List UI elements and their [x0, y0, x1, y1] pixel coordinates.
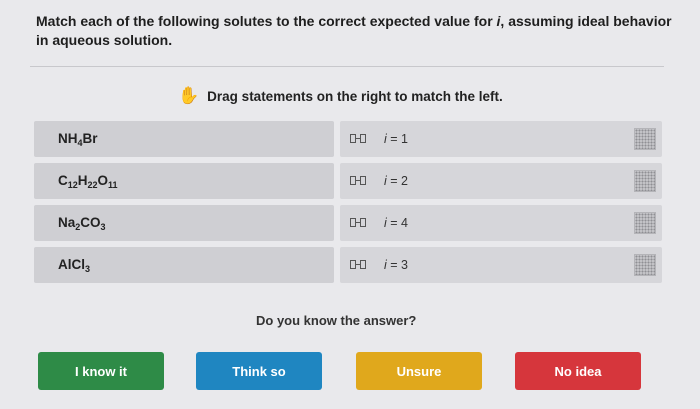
- confidence-prompt: Do you know the answer?: [256, 313, 417, 328]
- drag-item-value: i = 4: [384, 216, 408, 230]
- left-item-label: C12H22O11: [58, 172, 118, 190]
- drag-item-value: i = 3: [384, 258, 408, 272]
- instruction-text: Drag statements on the right to match th…: [207, 88, 503, 104]
- no-idea-button[interactable]: No idea: [515, 352, 641, 390]
- left-item-na2co3: Na2CO3: [34, 205, 334, 241]
- left-item-c12h22o11: C12H22O11: [34, 163, 334, 199]
- instruction: ✋ Drag statements on the right to match …: [178, 86, 503, 105]
- drag-handle-icon: [350, 218, 366, 227]
- grip-icon[interactable]: [634, 128, 656, 150]
- left-item-label: NH4Br: [58, 130, 98, 148]
- left-item-alcl3: AlCl3: [34, 247, 334, 283]
- drag-item-i1[interactable]: i = 1: [340, 121, 662, 157]
- question-text: Match each of the following solutes to t…: [36, 13, 672, 48]
- drag-handle-icon: [350, 134, 366, 143]
- drag-handle-icon: [350, 260, 366, 269]
- left-item-label: AlCl3: [58, 256, 91, 274]
- drag-handle-icon: [350, 176, 366, 185]
- unsure-button[interactable]: Unsure: [356, 352, 482, 390]
- drag-item-i3[interactable]: i = 3: [340, 247, 662, 283]
- grip-icon[interactable]: [634, 254, 656, 276]
- i-know-it-button[interactable]: I know it: [38, 352, 164, 390]
- hand-icon: ✋: [178, 86, 200, 105]
- drag-item-i2[interactable]: i = 2: [340, 163, 662, 199]
- grip-icon[interactable]: [634, 170, 656, 192]
- grip-icon[interactable]: [634, 212, 656, 234]
- drag-item-value: i = 2: [384, 174, 408, 188]
- left-item-label: Na2CO3: [58, 214, 106, 232]
- think-so-button[interactable]: Think so: [196, 352, 322, 390]
- left-item-nh4br: NH4Br: [34, 121, 334, 157]
- divider: [30, 66, 664, 67]
- drag-item-i4[interactable]: i = 4: [340, 205, 662, 241]
- drag-item-value: i = 1: [384, 132, 408, 146]
